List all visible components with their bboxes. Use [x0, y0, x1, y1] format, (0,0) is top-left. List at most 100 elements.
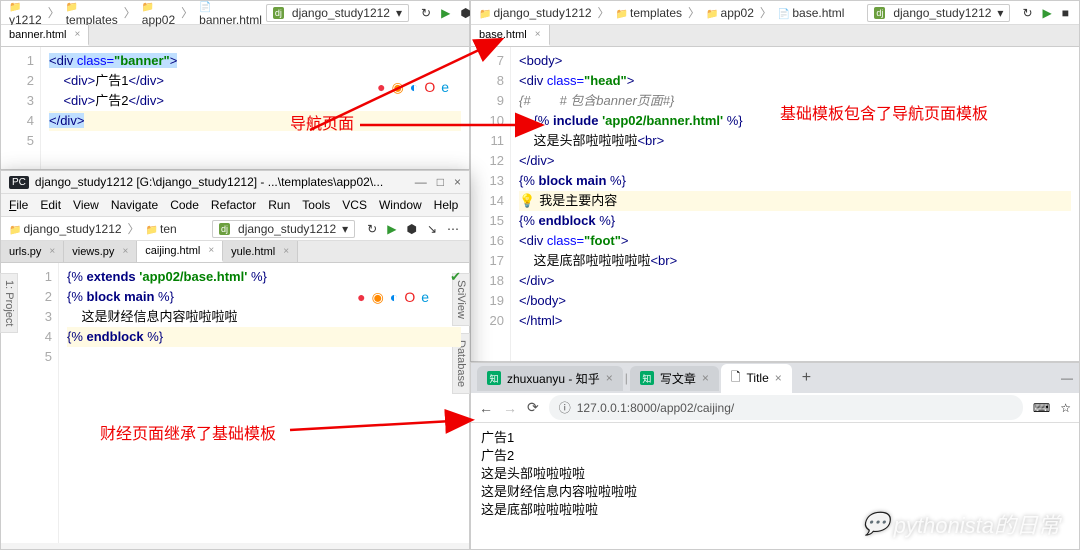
browser-tab[interactable]: 知写文章× — [630, 366, 719, 391]
page-icon: 🗋 — [731, 368, 741, 389]
run-config-combo[interactable]: djdjango_study1212 ▾ — [266, 4, 409, 22]
chrome-icon[interactable]: ◉ — [372, 287, 384, 307]
titlebar: PC django_study1212 [G:\django_study1212… — [1, 171, 469, 194]
menu-navigate[interactable]: Navigate — [111, 198, 158, 212]
new-tab-button[interactable]: + — [794, 369, 819, 387]
pycharm-icon: PC — [9, 176, 29, 189]
breadcrumb: y1212〉 templates〉 app02〉 banner.html djd… — [1, 1, 469, 25]
crumb[interactable]: ten — [144, 222, 179, 236]
crumb[interactable]: django_study1212 — [477, 6, 594, 20]
crumb[interactable]: django_study1212 — [7, 222, 124, 236]
crumb[interactable]: app02 — [140, 0, 177, 27]
close-icon[interactable]: × — [74, 29, 80, 40]
editor-tabs: urls.py× views.py× caijing.html× yule.ht… — [1, 241, 469, 263]
maximize-icon[interactable]: □ — [437, 175, 444, 189]
crumb[interactable]: y1212 — [7, 0, 44, 27]
info-icon[interactable]: ⓘ — [559, 399, 571, 416]
debug-icon[interactable]: ⬢ — [404, 222, 418, 236]
firefox-icon[interactable]: ● — [357, 287, 365, 307]
stop-icon[interactable]: ■ — [1060, 6, 1071, 20]
tab-banner-html[interactable]: banner.html× — [1, 25, 89, 46]
bookmark-icon[interactable]: ☆ — [1060, 401, 1071, 415]
menu-run[interactable]: Run — [268, 198, 290, 212]
reload-button[interactable]: ⟳ — [527, 399, 539, 416]
ie-icon[interactable]: ◐ — [410, 77, 418, 97]
crumb[interactable]: app02 — [704, 6, 756, 20]
editor-pane-base: django_study1212〉 templates〉 app02〉 base… — [470, 0, 1080, 362]
tab-yule[interactable]: yule.html× — [223, 241, 298, 262]
address-bar[interactable]: ⓘ127.0.0.1:8000/app02/caijing/ — [549, 395, 1023, 420]
browser-preview-icons[interactable]: ● ◉ ◐ Oe — [377, 77, 449, 97]
browser-tabstrip: 知zhuxuanyu - 知乎× | 知写文章× 🗋Title× + — — [471, 363, 1079, 393]
sidebar-project[interactable]: 1: Project — [0, 273, 18, 333]
tab-views[interactable]: views.py× — [64, 241, 137, 262]
forward-button[interactable]: → — [503, 400, 517, 416]
menu-window[interactable]: Window — [379, 198, 422, 212]
browser-tab[interactable]: 知zhuxuanyu - 知乎× — [477, 366, 623, 391]
zhihu-icon: 知 — [640, 371, 654, 385]
menu-refactor[interactable]: Refactor — [211, 198, 256, 212]
run-config-combo[interactable]: djdjango_study1212 ▾ — [867, 4, 1010, 22]
menu-code[interactable]: Code — [170, 198, 199, 212]
window-minimize-icon[interactable]: — — [1061, 371, 1073, 385]
back-button[interactable]: ← — [479, 400, 493, 416]
zhihu-icon: 知 — [487, 371, 501, 385]
tab-caijing[interactable]: caijing.html× — [137, 241, 223, 262]
code-area[interactable]: ●◉◐Oe <div class="banner"> <div>广告1</div… — [41, 47, 469, 169]
editor-pane-banner: y1212〉 templates〉 app02〉 banner.html djd… — [0, 0, 470, 170]
close-icon[interactable]: × — [454, 175, 461, 189]
run-icon[interactable]: ▶ — [439, 6, 452, 20]
close-icon[interactable]: × — [535, 29, 541, 40]
menu-edit[interactable]: Edit — [40, 198, 61, 212]
run-config-combo[interactable]: djdjango_study1212 ▾ — [212, 220, 355, 238]
close-icon[interactable]: × — [606, 371, 613, 385]
ie-icon[interactable]: ◐ — [390, 287, 398, 307]
firefox-icon[interactable]: ● — [377, 77, 385, 97]
chrome-icon[interactable]: ◉ — [392, 77, 404, 97]
sync-icon[interactable]: ↻ — [365, 222, 379, 236]
menu-vcs[interactable]: VCS — [342, 198, 367, 212]
crumb[interactable]: base.html — [776, 6, 846, 20]
page-text: 广告2 — [481, 447, 1069, 465]
page-text: 这是头部啦啦啦啦 — [481, 465, 1069, 483]
ok-icon: ✔ — [450, 267, 461, 287]
minimize-icon[interactable]: — — [415, 175, 427, 189]
editor-tabs: base.html× — [471, 25, 1079, 47]
crumb[interactable]: templates — [614, 6, 684, 20]
sync-icon[interactable]: ↻ — [1020, 6, 1034, 20]
tab-base-html[interactable]: base.html× — [471, 25, 550, 46]
menu-tools[interactable]: Tools — [302, 198, 330, 212]
code-editor[interactable]: 12345 ●◉◐Oe <div class="banner"> <div>广告… — [1, 47, 469, 169]
stop-icon[interactable]: ↘ — [425, 222, 439, 236]
watermark: 💬pythonista的日常 — [862, 508, 1060, 540]
gutter: 12345 — [19, 263, 59, 543]
code-area[interactable]: ✔ ●◉◐Oe {% extends 'app02/base.html' %} … — [59, 263, 469, 543]
close-icon[interactable]: × — [702, 371, 709, 385]
translate-icon[interactable]: ⌨ — [1033, 401, 1050, 415]
run-icon[interactable]: ▶ — [1041, 6, 1054, 20]
browser-toolbar: ← → ⟳ ⓘ127.0.0.1:8000/app02/caijing/ ⌨ ☆ — [471, 393, 1079, 423]
run-icon[interactable]: ▶ — [385, 222, 398, 236]
menu-help[interactable]: Help — [434, 198, 459, 212]
more-icon[interactable]: ⋯ — [445, 222, 461, 236]
menu-view[interactable]: View — [73, 198, 99, 212]
code-editor[interactable]: 7891011121314151617181920 <body> <div cl… — [471, 47, 1079, 361]
close-icon[interactable]: × — [775, 371, 782, 385]
page-text: 这是财经信息内容啦啦啦啦 — [481, 483, 1069, 501]
opera-icon[interactable]: O — [424, 77, 435, 97]
browser-tab-active[interactable]: 🗋Title× — [721, 364, 792, 393]
opera-icon[interactable]: O — [404, 287, 415, 307]
crumb[interactable]: banner.html — [197, 0, 264, 27]
edge-icon[interactable]: e — [421, 287, 429, 307]
breadcrumb: django_study1212〉 ten djdjango_study1212… — [1, 217, 469, 241]
lightbulb-icon[interactable]: 💡 — [519, 193, 535, 208]
crumb[interactable]: templates — [64, 0, 120, 27]
page-text: 广告1 — [481, 429, 1069, 447]
browser-preview-icons[interactable]: ● ◉ ◐ Oe — [357, 287, 429, 307]
tab-urls[interactable]: urls.py× — [1, 241, 64, 262]
code-area[interactable]: <body> <div class="head"> {# # 包含banner页… — [511, 47, 1079, 361]
menu-file[interactable]: FFileile — [9, 198, 28, 212]
sync-icon[interactable]: ↻ — [419, 6, 433, 20]
edge-icon[interactable]: e — [441, 77, 449, 97]
code-editor[interactable]: 1: Project SciView Database 12345 ✔ ●◉◐O… — [1, 263, 469, 543]
